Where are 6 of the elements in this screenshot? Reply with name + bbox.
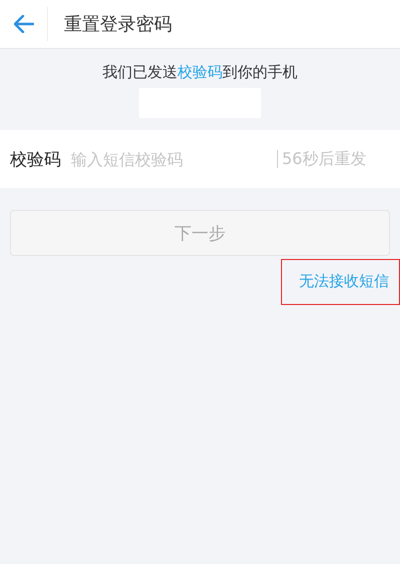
page-title: 重置登录密码 bbox=[64, 13, 172, 36]
code-input-field[interactable]: 输入短信校验码 bbox=[71, 150, 271, 168]
sent-message: 我们已发送校验码到你的手机 bbox=[102, 63, 298, 82]
cannot-receive-sms-link[interactable]: 无法接收短信 bbox=[281, 259, 400, 305]
resend-countdown[interactable]: 56秒后重发 bbox=[282, 148, 366, 170]
field-label: 校验码 bbox=[10, 148, 61, 170]
